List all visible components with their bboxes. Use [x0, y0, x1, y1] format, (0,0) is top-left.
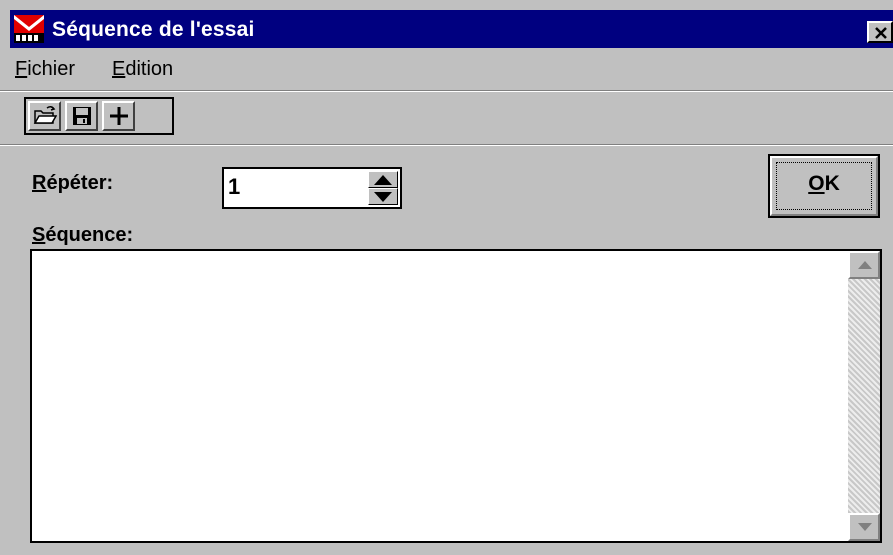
title-bar[interactable]: Séquence de l'essai	[10, 10, 893, 48]
add-button[interactable]	[102, 101, 135, 131]
sequence-textarea-frame	[30, 249, 882, 543]
repeat-label: Répéter:	[32, 172, 114, 194]
plus-icon	[110, 107, 128, 125]
close-button[interactable]	[867, 21, 893, 43]
triangle-down-icon	[374, 192, 392, 202]
open-button[interactable]	[28, 101, 61, 131]
scroll-up-button[interactable]	[848, 251, 880, 279]
menu-edition[interactable]: Edition	[112, 58, 173, 81]
toolbar-divider	[0, 144, 893, 146]
vertical-scrollbar[interactable]	[848, 251, 880, 541]
menu-bar: Fichier Edition	[10, 50, 893, 90]
ok-button-label: OK	[808, 172, 840, 195]
repeat-spinner	[222, 167, 402, 209]
spin-down-button[interactable]	[368, 188, 398, 205]
toolbar	[10, 94, 893, 144]
menu-divider	[0, 90, 893, 92]
flag-app-icon	[14, 15, 44, 43]
floppy-disk-icon	[73, 107, 91, 125]
repeat-input[interactable]	[228, 173, 358, 201]
spin-up-button[interactable]	[368, 171, 398, 188]
folder-open-icon	[33, 105, 57, 124]
toolbar-button-group	[24, 97, 174, 135]
menu-fichier[interactable]: Fichier	[15, 58, 75, 81]
scroll-up-arrow-icon	[858, 261, 872, 269]
save-button[interactable]	[65, 101, 98, 131]
dialog-window: Séquence de l'essai Fichier Edition Répé…	[0, 0, 893, 555]
triangle-up-icon	[374, 175, 392, 185]
scroll-down-button[interactable]	[848, 513, 880, 541]
sequence-textarea[interactable]	[34, 253, 846, 539]
ok-button[interactable]: OK	[768, 154, 880, 218]
close-icon	[875, 27, 887, 39]
scroll-down-arrow-icon	[858, 523, 872, 531]
sequence-label: Séquence:	[32, 224, 134, 246]
spinner-buttons	[368, 171, 398, 205]
window-title: Séquence de l'essai	[52, 18, 255, 41]
